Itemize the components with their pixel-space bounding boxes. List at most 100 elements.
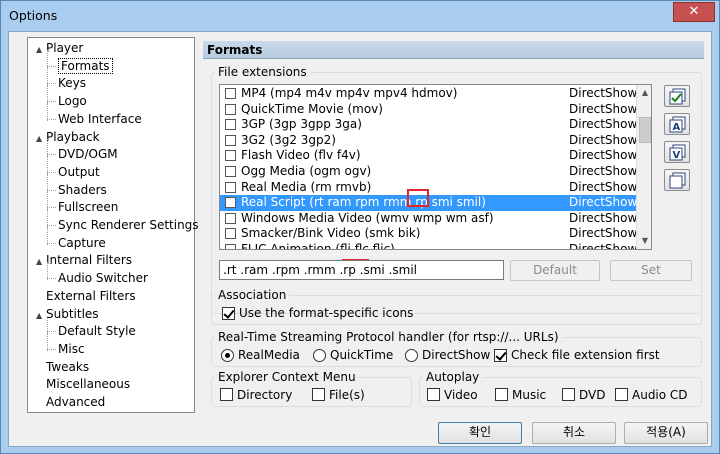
scroll-up-icon[interactable]: ▲ <box>637 85 651 101</box>
tree-item[interactable]: Advanced <box>36 394 105 410</box>
format-icons-checkbox[interactable] <box>222 307 235 320</box>
autoplay-music-checkbox[interactable] <box>495 388 508 401</box>
list-item-checkbox[interactable] <box>225 103 236 115</box>
list-item[interactable]: Windows Media Video (wmv wmp wm asf) Dire… <box>220 211 638 227</box>
autoplay-video-checkbox[interactable] <box>427 388 440 401</box>
list-scrollbar[interactable]: ▲ ▼ <box>636 85 651 249</box>
tree-item[interactable]: ▲ Subtitles <box>36 306 99 322</box>
tree-item[interactable]: Formats <box>58 57 113 74</box>
close-button[interactable]: ✕ <box>673 2 715 22</box>
title-bar[interactable]: Options ✕ <box>1 1 719 31</box>
tree-item[interactable]: ▲ Playback <box>36 129 100 145</box>
tree-item[interactable]: Fullscreen <box>58 199 118 215</box>
collapse-arrow-icon[interactable]: ▲ <box>36 308 46 324</box>
select-video-button[interactable]: V <box>664 141 690 163</box>
tree-connector <box>47 50 48 68</box>
scroll-down-icon[interactable]: ▼ <box>637 233 651 249</box>
select-all-button[interactable] <box>664 85 690 107</box>
list-item-checkbox[interactable] <box>225 134 236 146</box>
tree-item[interactable]: Audio Switcher <box>58 270 148 286</box>
list-item-format: DirectShow <box>569 210 638 225</box>
tree-item[interactable]: Misc <box>58 341 85 357</box>
set-button[interactable]: Set <box>610 260 692 281</box>
autoplay-audiocd-checkbox[interactable] <box>615 388 628 401</box>
tree-connector <box>47 65 56 67</box>
tree-item[interactable]: ▲ Internal Filters <box>36 252 132 268</box>
tree-item[interactable]: Miscellaneous <box>36 376 130 392</box>
tree-item[interactable]: Tweaks <box>36 359 89 375</box>
list-item-checkbox[interactable] <box>225 181 236 193</box>
autoplay-dvd-checkbox[interactable] <box>562 388 575 401</box>
list-item-checkbox[interactable] <box>225 244 236 249</box>
rtsp-directshow-label: DirectShow <box>422 348 491 362</box>
collapse-arrow-icon[interactable]: ▲ <box>36 42 46 58</box>
list-item[interactable]: QuickTime Movie (mov) DirectShow <box>220 102 638 118</box>
rtsp-realmedia-radio[interactable] <box>221 349 234 362</box>
list-item[interactable]: MP4 (mp4 m4v mp4v mpv4 hdmov) DirectShow <box>220 86 638 102</box>
list-item-checkbox[interactable] <box>225 150 236 162</box>
autoplay-audiocd-label: Audio CD <box>632 388 688 402</box>
smi-highlight-box <box>407 189 429 207</box>
file-extensions-list[interactable]: FLIC Animation (fli flc flic) DirectShow S… <box>219 84 652 250</box>
list-item[interactable]: 3GP (3gp 3gpp 3ga) DirectShow <box>220 117 638 133</box>
tree-item[interactable]: External Filters <box>36 288 136 304</box>
format-icons-label: Use the format-specific icons <box>239 306 414 320</box>
list-item-checkbox[interactable] <box>225 119 236 131</box>
tree-item-label: Web Interface <box>58 111 142 126</box>
collapse-arrow-icon[interactable]: ▲ <box>36 131 46 147</box>
ok-button[interactable]: 확인 <box>438 422 522 444</box>
list-item[interactable]: Ogg Media (ogm ogv) DirectShow <box>220 164 638 180</box>
list-item-checkbox[interactable] <box>225 88 236 99</box>
tree-item-label: DVD/OGM <box>58 147 118 162</box>
tree-item[interactable]: Shaders <box>58 182 107 198</box>
list-item-checkbox[interactable] <box>225 228 236 240</box>
rtsp-quicktime-radio[interactable] <box>313 349 326 362</box>
list-item[interactable]: Real Script (rt ram rpm rmm rp smi smil)… <box>220 195 638 211</box>
files-label: File(s) <box>329 388 365 402</box>
rtsp-directshow-radio[interactable] <box>405 349 418 362</box>
tree-item[interactable]: Keys <box>58 75 86 91</box>
list-item-name: Ogg Media (ogm ogv) <box>241 164 372 178</box>
directory-checkbox[interactable] <box>220 388 233 401</box>
tree-item[interactable]: Sync Renderer Settings <box>58 217 199 233</box>
tree-item[interactable]: Logo <box>58 93 87 109</box>
list-item-name: Real Script (rt ram rpm rmm rp smi smil) <box>241 195 486 210</box>
apply-button[interactable]: 적용(A) <box>624 422 708 444</box>
cancel-button[interactable]: 취소 <box>532 422 616 444</box>
list-item[interactable]: Flash Video (flv f4v) DirectShow <box>220 148 638 164</box>
window-title: Options <box>9 8 58 23</box>
list-item[interactable]: 3G2 (3g2 3gp2) DirectShow <box>220 133 638 149</box>
files-checkbox[interactable] <box>312 388 325 401</box>
list-item[interactable]: Smacker/Bink Video (smk bik) DirectShow <box>220 226 638 242</box>
list-item-name: Smacker/Bink Video (smk bik) <box>241 226 421 241</box>
extensions-input[interactable]: .rt .ram .rpm .rmm .rp .smi .smil <box>219 260 504 280</box>
tree-item[interactable]: ▲ Player <box>36 40 83 56</box>
list-item-checkbox[interactable] <box>225 166 236 177</box>
tree-item[interactable]: DVD/OGM <box>58 146 118 162</box>
scroll-thumb[interactable] <box>639 117 651 143</box>
list-item-format: DirectShow <box>569 226 638 241</box>
list-item-checkbox[interactable] <box>225 212 236 224</box>
list-item-checkbox[interactable] <box>225 197 236 209</box>
list-item-format: DirectShow <box>569 179 638 194</box>
collapse-arrow-icon[interactable]: ▲ <box>36 254 46 270</box>
list-item-format: DirectShow <box>569 242 638 250</box>
select-none-button[interactable] <box>664 169 690 191</box>
autoplay-video-label: Video <box>444 388 478 402</box>
tree-item-label: Tweaks <box>46 359 90 374</box>
select-audio-button[interactable]: A <box>664 113 690 135</box>
default-button[interactable]: Default <box>510 260 600 281</box>
extensions-input-value: .rt .ram .rpm .rmm .rp .smi .smil <box>223 263 417 277</box>
tree-item[interactable]: Capture <box>58 235 106 251</box>
tree-connector <box>47 262 48 281</box>
tree-item[interactable]: Web Interface <box>58 111 142 127</box>
tree-connector <box>47 156 48 174</box>
list-item[interactable]: Real Media (rm rmvb) DirectShow <box>220 180 638 196</box>
tree-item[interactable]: Output <box>58 164 100 180</box>
tree-item[interactable]: Default Style <box>58 323 136 339</box>
check-extension-checkbox[interactable] <box>494 349 507 362</box>
tree-item-label: Output <box>58 164 100 179</box>
list-item[interactable]: FLIC Animation (fli flc flic) DirectShow <box>220 242 638 250</box>
tree-item-label: Default Style <box>58 324 136 339</box>
settings-tree[interactable]: ▲ Player Formats Keys Logo Web Interface ▲ Play… <box>27 37 199 413</box>
